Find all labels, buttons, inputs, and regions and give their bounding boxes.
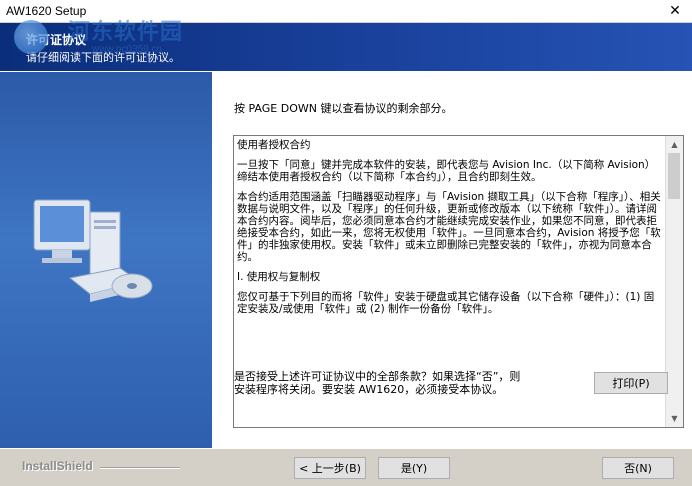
- button-bar: InstallShield < 上一步(B) 是(Y) 否(N): [0, 448, 692, 486]
- accept-question: 是否接受上述许可证协议中的全部条款？如果选择“否”，则 安装程序将关闭。要安装 …: [234, 370, 594, 396]
- installshield-logo: InstallShield: [22, 459, 93, 473]
- license-paragraph: 使用者授权合约: [237, 139, 311, 151]
- instruction-text: 按 PAGE DOWN 键以查看协议的剩余部分。: [234, 102, 453, 115]
- scroll-down-icon[interactable]: ▼: [666, 410, 683, 427]
- watermark-text: 河东软件园: [68, 20, 184, 45]
- yes-button[interactable]: 是(Y): [378, 457, 450, 479]
- license-paragraph: 您仅可基于下列目的而将「软件」安装于硬盘或其它储存设备（以下合称「硬件」）：(1…: [237, 291, 655, 315]
- license-paragraph: I. 使用权与复制权: [237, 271, 321, 283]
- close-icon[interactable]: ✕: [658, 0, 692, 22]
- license-paragraph: 本合约适用范围涵盖「扫瞄器驱动程序」与「Avision 撷取工具」（以下合称「程…: [237, 191, 661, 263]
- question-line: 是否接受上述许可证协议中的全部条款？如果选择“否”，则: [234, 370, 521, 383]
- question-line: 安装程序将关闭。要安装 AW1620，必须接受本协议。: [234, 383, 504, 396]
- computer-cd-icon: [33, 199, 153, 302]
- license-paragraph: 一旦按下「同意」键并完成本软件的安装，即代表您与 Avision Inc.（以下…: [237, 159, 656, 183]
- main-content: 按 PAGE DOWN 键以查看协议的剩余部分。 使用者授权合约 一旦按下「同意…: [212, 72, 692, 448]
- watermark-logo-icon: [14, 20, 48, 54]
- watermark-url: www.pc0359.cn: [92, 44, 163, 55]
- divider: [100, 467, 180, 469]
- no-button[interactable]: 否(N): [602, 457, 674, 479]
- print-button[interactable]: 打印(P): [594, 372, 668, 394]
- scroll-thumb[interactable]: [668, 153, 680, 199]
- scroll-up-icon[interactable]: ▲: [666, 136, 683, 153]
- left-artwork-panel: [0, 72, 212, 448]
- back-button[interactable]: < 上一步(B): [294, 457, 366, 479]
- setup-window: AW1620 Setup ✕ 许可证协议 请仔细阅读下面的许可证协议。 河东软件…: [0, 0, 692, 486]
